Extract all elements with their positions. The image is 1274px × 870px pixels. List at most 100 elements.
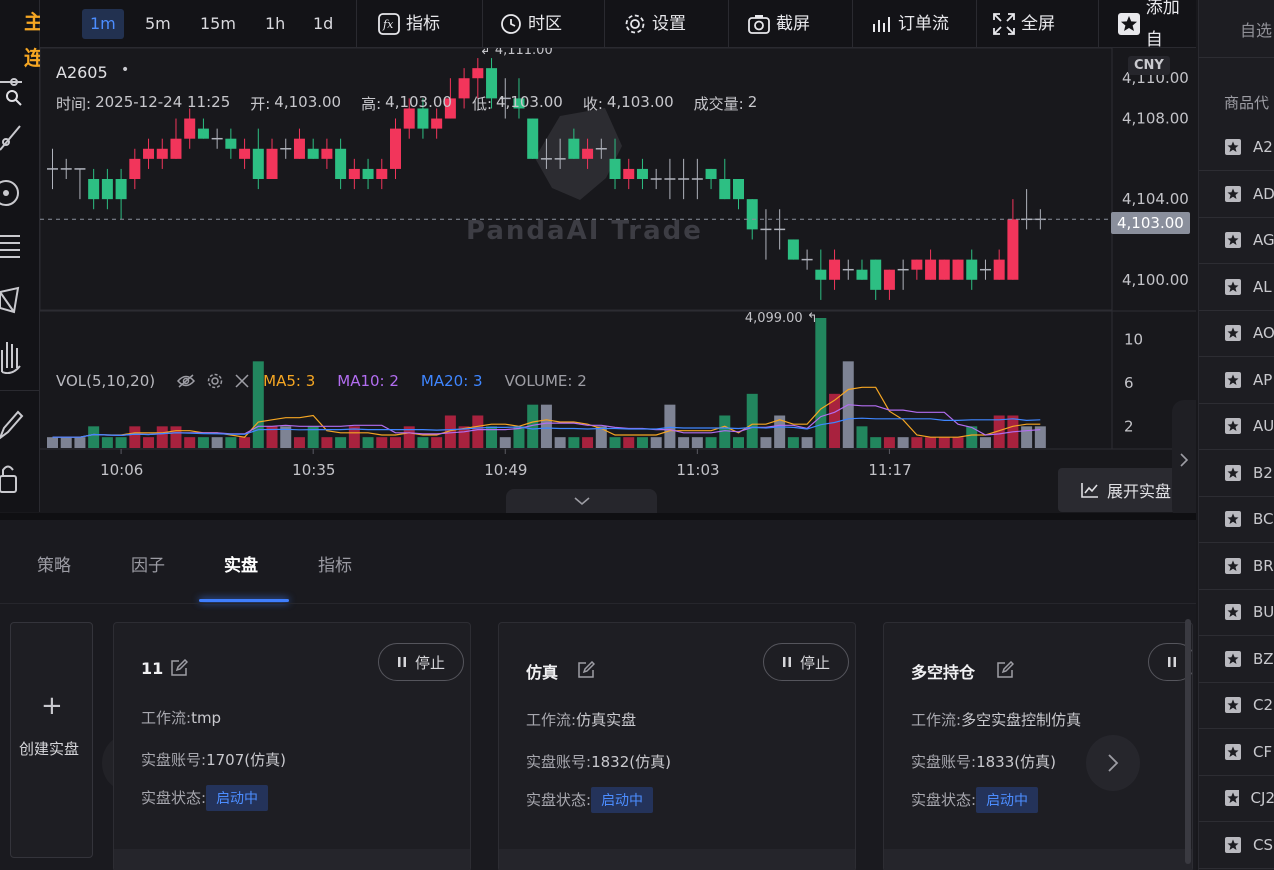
tab-strategy[interactable]: 策略 — [37, 551, 71, 576]
edit-icon[interactable] — [577, 661, 595, 679]
star-icon[interactable] — [1225, 697, 1241, 713]
candle-body — [156, 148, 168, 159]
card-footer — [884, 849, 1192, 870]
account-label: 实盘账号: — [911, 753, 977, 771]
watchlist-item[interactable]: CS — [1199, 822, 1274, 869]
right-panel-toggle[interactable] — [1172, 400, 1196, 520]
currency-badge[interactable]: CNY — [1128, 56, 1170, 75]
star-icon[interactable] — [1225, 325, 1241, 341]
price-tick-label: 4,104.00 — [1122, 190, 1189, 208]
candle-body — [993, 259, 1005, 280]
live-card[interactable]: 仿真 停止 工作流:仿真实盘 实盘账号:1832(仿真) 实盘状态: 启动中 — [498, 622, 856, 870]
eye-off-icon[interactable] — [177, 374, 196, 388]
timeframe-1h[interactable]: 1h — [257, 9, 293, 39]
star-icon[interactable] — [1225, 511, 1241, 527]
watchlist-item[interactable]: BC — [1199, 496, 1274, 543]
watchlist-item[interactable]: CJ2 — [1199, 775, 1274, 822]
timeframe-1d[interactable]: 1d — [305, 9, 341, 39]
indicators-button[interactable]: fx 指标 — [378, 8, 440, 40]
trend-line-tool-icon[interactable] — [0, 122, 24, 152]
watchlist-item[interactable]: B2 — [1199, 450, 1274, 497]
star-icon[interactable] — [1225, 232, 1241, 248]
volume-bar — [472, 415, 484, 448]
watchlist-item[interactable]: AU — [1199, 403, 1274, 450]
star-icon[interactable] — [1225, 557, 1241, 574]
live-card[interactable]: 多空持仓 工作流:多空实盘控制仿真 实盘账号:1833(仿真) 实盘状态: 启动中 — [883, 622, 1193, 870]
watchlist-item[interactable]: BZ — [1199, 636, 1274, 683]
close-icon[interactable] — [235, 374, 249, 388]
star-icon[interactable] — [1225, 278, 1241, 295]
star-icon[interactable] — [1225, 790, 1239, 806]
panel-divider — [0, 513, 1196, 520]
watchlist-item[interactable]: AO — [1199, 310, 1274, 357]
timeframe-1m[interactable]: 1m — [82, 9, 124, 39]
high-label: 高: — [361, 95, 382, 113]
candle-body — [129, 158, 141, 179]
toolbar-divider — [852, 0, 853, 48]
watchlist-item[interactable]: BU — [1199, 589, 1274, 636]
star-icon[interactable] — [1225, 418, 1241, 434]
star-icon[interactable] — [1225, 139, 1241, 155]
tab-indicator[interactable]: 指标 — [318, 551, 352, 576]
live-card[interactable]: 11 停止 工作流:tmp 实盘账号:1707(仿真) 实盘状态: 启动中 — [113, 622, 471, 870]
gear-icon[interactable] — [207, 373, 223, 389]
settings-button[interactable]: 设置 — [624, 8, 686, 40]
screenshot-button[interactable]: 截屏 — [748, 8, 810, 40]
carousel-next-button[interactable] — [1086, 735, 1140, 791]
pencil-tool-icon[interactable] — [0, 408, 24, 440]
timezone-button[interactable]: 时区 — [500, 8, 562, 40]
star-icon[interactable] — [1225, 650, 1241, 667]
tab-live[interactable]: 实盘 — [224, 551, 258, 576]
volume-bar — [938, 437, 950, 448]
timeframe-5m[interactable]: 5m — [137, 9, 179, 39]
pattern-tool-icon[interactable] — [0, 286, 24, 316]
tab-divider — [0, 603, 1196, 604]
search-icon[interactable] — [6, 90, 22, 106]
hand-tool-icon[interactable] — [0, 338, 24, 374]
star-icon[interactable] — [1225, 185, 1241, 202]
volume-bar — [705, 437, 717, 448]
fullscreen-button[interactable]: 全屏 — [993, 8, 1055, 40]
volume-bar — [609, 437, 621, 448]
collapse-chart-button[interactable] — [506, 489, 657, 513]
star-icon[interactable] — [1225, 464, 1241, 481]
workflow-label: 工作流: — [141, 709, 192, 727]
add-watchlist-button[interactable]: 添加自 — [1118, 0, 1196, 50]
lock-icon[interactable] — [0, 462, 24, 496]
stop-label: 停止 — [800, 653, 831, 672]
star-icon[interactable] — [1225, 836, 1241, 853]
edit-icon[interactable] — [170, 659, 188, 677]
volume-bar — [911, 437, 923, 448]
timeframe-15m[interactable]: 15m — [192, 9, 244, 39]
fib-tool-icon[interactable] — [0, 232, 24, 262]
candlestick-chart[interactable]: 4,100.004,104.004,108.004,110.002610↲ 4,… — [40, 48, 1196, 513]
watchlist-item[interactable]: AG — [1199, 217, 1274, 264]
volume-current: VOLUME: 2 — [504, 372, 587, 390]
volume-bar — [129, 426, 141, 448]
star-icon[interactable] — [1225, 604, 1241, 620]
close-value: 4,103.00 — [606, 93, 674, 111]
orderflow-button[interactable]: 订单流 — [872, 8, 949, 40]
candle-body — [184, 118, 196, 139]
create-live-button[interactable]: + 创建实盘 — [10, 622, 93, 858]
watchlist-item[interactable]: AP — [1199, 357, 1274, 404]
watchlist-item[interactable]: CF — [1199, 729, 1274, 776]
chevron-right-icon — [1180, 453, 1189, 467]
tab-factor[interactable]: 因子 — [131, 551, 165, 576]
stop-button[interactable]: 停止 — [378, 643, 465, 681]
watchlist-item[interactable]: A2 — [1199, 124, 1274, 171]
edit-icon[interactable] — [996, 661, 1014, 679]
watchlist-item[interactable]: AD — [1199, 171, 1274, 218]
chart-area[interactable]: 4,100.00 4,104.00 4,108.00 4,110.00 2 6 10 ↲ 4,… — [40, 48, 1196, 520]
star-icon[interactable] — [1225, 371, 1241, 388]
watchlist-tab[interactable]: 自选 — [1240, 17, 1272, 41]
star-icon[interactable] — [1225, 743, 1241, 760]
circle-tool-icon[interactable] — [0, 178, 24, 208]
watchlist-item[interactable]: C2 — [1199, 682, 1274, 729]
stop-button[interactable]: 停止 — [763, 643, 850, 681]
cards-scrollbar[interactable] — [1185, 619, 1191, 864]
watchlist-item[interactable]: AL — [1199, 264, 1274, 311]
watchlist-item[interactable]: BR — [1199, 543, 1274, 590]
volume-bar — [47, 437, 58, 448]
watchlist-symbol: B2 — [1253, 463, 1273, 482]
